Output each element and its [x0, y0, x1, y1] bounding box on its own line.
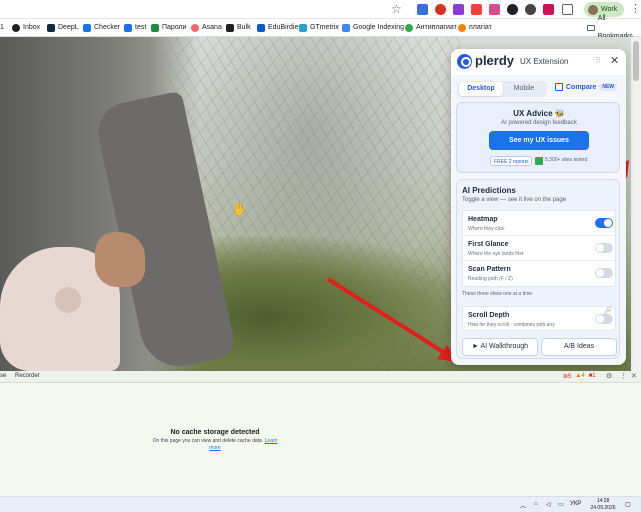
- red-arrow-icon: [326, 277, 450, 357]
- new-badge: NEW: [599, 83, 618, 91]
- language-indicator[interactable]: УКР: [570, 501, 581, 507]
- feature-name: First Glance: [468, 241, 509, 248]
- feature-desc: How far they scroll - combines with any: [468, 322, 555, 328]
- tab-mobile[interactable]: Mobile: [502, 82, 546, 96]
- free-reports-badge: FREE 2 reports: [490, 156, 533, 166]
- devtools-tab[interactable]: se: [0, 373, 6, 379]
- feature-scan-pattern: Scan Pattern Reading path (F / Z): [463, 261, 617, 286]
- ai-predictions-card: AI Predictions Toggle a view — see it li…: [456, 179, 620, 359]
- advice-subtitle: AI powered design feedback: [501, 120, 577, 126]
- drag-handle-icon[interactable]: ⠿: [595, 56, 601, 65]
- scrollbar-thumb[interactable]: [633, 41, 639, 81]
- tray-chevron-icon[interactable]: ︿: [520, 501, 526, 510]
- clock-time: 14:28: [596, 498, 610, 504]
- plerdy-panel: plerdy UX Extension ⠿ ✕ Desktop Mobile C…: [451, 49, 626, 365]
- feature-list: Heatmap Where they click First Glance Wh…: [462, 210, 617, 287]
- feature-first-glance: First Glance Where the eye lands first: [463, 236, 617, 261]
- ai-walkthrough-button[interactable]: ► AI Walkthrough: [462, 338, 538, 356]
- sites-tested-text: 5,300+ sites tested: [545, 157, 588, 163]
- ai-predictions-subtitle: Toggle a view — see it live on the page: [462, 197, 567, 203]
- first-glance-toggle[interactable]: [595, 243, 613, 253]
- feature-heatmap: Heatmap Where they click: [463, 211, 617, 236]
- feature-name: Scroll Depth: [468, 312, 510, 319]
- brand-name: plerdy: [475, 53, 515, 68]
- feature-desc: Where the eye lands first: [468, 251, 524, 257]
- cache-empty-title: No cache storage detected: [170, 429, 260, 436]
- gear-icon[interactable]: ⚙: [606, 372, 612, 380]
- console-counts[interactable]: ⊗5 ▲4 ■1: [563, 373, 596, 380]
- battery-icon[interactable]: ▭: [558, 501, 564, 508]
- error-count: ⊗5: [563, 374, 572, 380]
- network-icon[interactable]: ⌂: [534, 501, 538, 507]
- feature-desc: Where they click: [468, 226, 505, 232]
- close-icon[interactable]: ✕: [610, 54, 619, 67]
- devtools-tab-recorder[interactable]: Recorder: [15, 373, 40, 379]
- devtools-kebab-icon[interactable]: ⋮: [620, 372, 627, 380]
- compare-icon: [555, 83, 563, 91]
- warning-count: ▲4: [575, 373, 585, 379]
- see-ux-issues-button[interactable]: See my UX issues: [489, 131, 589, 150]
- compare-button[interactable]: Compare NEW: [555, 83, 618, 91]
- feature-name: Scan Pattern: [468, 266, 511, 273]
- advice-title: UX Advice 🐝: [513, 109, 565, 118]
- product-name: UX Extension: [520, 57, 569, 66]
- feature-scroll-depth: Scroll Depth How far they scroll - combi…: [462, 306, 616, 331]
- devtools-tabbar: se Recorder ⊗5 ▲4 ■1 ⚙ ⋮ ✕: [0, 371, 641, 383]
- notifications-icon[interactable]: ▢: [625, 501, 631, 508]
- scan-pattern-toggle[interactable]: [595, 268, 613, 278]
- clock-date: 24.09.2026: [590, 505, 616, 511]
- ai-predictions-title: AI Predictions: [462, 186, 516, 195]
- os-taskbar: ︿ ⌂ ◁ ▭ УКР 14:28 24.09.2026 ▢: [0, 496, 641, 512]
- cache-empty-description: On this page you can view and delete cac…: [152, 438, 278, 451]
- ab-ideas-button[interactable]: A/B Ideas: [541, 338, 617, 356]
- panel-header: plerdy UX Extension ⠿ ✕: [451, 49, 626, 75]
- heatmap-toggle[interactable]: [595, 218, 613, 228]
- clock[interactable]: 14:28 24.09.2026: [590, 498, 616, 512]
- volume-icon[interactable]: ◁: [546, 501, 551, 508]
- device-tabs: Desktop Mobile: [457, 81, 547, 97]
- compare-label: Compare: [566, 83, 597, 91]
- feature-name: Heatmap: [468, 216, 498, 223]
- devtools-panel: se Recorder ⊗5 ▲4 ■1 ⚙ ⋮ ✕ No cache stor…: [0, 371, 641, 496]
- mouse-pointer-icon: ➚: [603, 305, 613, 317]
- feature-note: These three show one at a time: [462, 291, 533, 297]
- plerdy-logo-icon: [457, 54, 472, 69]
- issue-count: ■1: [588, 373, 596, 379]
- ux-advice-card: UX Advice 🐝 AI powered design feedback S…: [456, 102, 620, 173]
- feature-desc: Reading path (F / Z): [468, 276, 513, 282]
- devtools-close-icon[interactable]: ✕: [631, 372, 637, 380]
- check-icon: [535, 157, 543, 165]
- tab-desktop[interactable]: Desktop: [459, 82, 503, 96]
- page-scrollbar[interactable]: [631, 37, 641, 371]
